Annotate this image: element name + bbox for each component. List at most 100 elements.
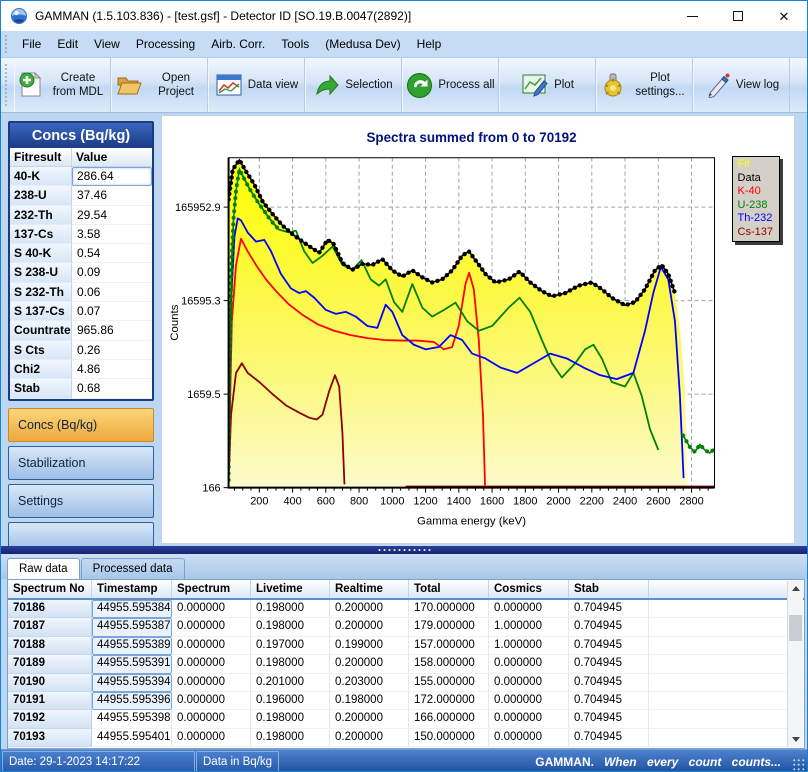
concs-table-header: Fitresult Value	[10, 148, 152, 167]
table-row[interactable]: 7018844955.5953890.0000000.1970000.19900…	[8, 637, 804, 655]
fitresult-label: Chi2	[10, 360, 72, 379]
table-row[interactable]: 7019244955.5953980.0000000.1980000.20000…	[8, 710, 804, 728]
fitresult-value[interactable]: 3.58	[72, 225, 152, 244]
horizontal-splitter[interactable]	[1, 546, 807, 554]
data-cell: 172.000000	[409, 692, 489, 710]
scroll-down-button[interactable]	[788, 732, 803, 747]
toolbar-button-label: Plot	[554, 78, 574, 92]
filler-cell	[649, 618, 804, 636]
data-cell: 0.000000	[489, 710, 569, 728]
toolbar-button-label: Create from MDL	[49, 71, 107, 100]
fitresult-value[interactable]: 0.26	[72, 341, 152, 360]
fitresult-label: S 137-Cs	[10, 302, 72, 321]
menu-help[interactable]: Help	[409, 33, 450, 55]
filler-cell	[649, 710, 804, 728]
fitresult-value[interactable]: 0.54	[72, 244, 152, 263]
column-header-timestamp[interactable]: Timestamp	[92, 580, 172, 598]
statusbar: Date: 29-1-2023 14:17:22 Data in Bq/kg G…	[1, 749, 807, 772]
menu-edit[interactable]: Edit	[49, 33, 86, 55]
data-view-button[interactable]: Data view	[208, 58, 305, 112]
menu-airb-corr[interactable]: Airb. Corr.	[203, 33, 273, 55]
process-all-icon	[406, 72, 433, 99]
menu-view[interactable]: View	[86, 33, 128, 55]
tab-processed-data[interactable]: Processed data	[81, 558, 185, 579]
column-header-total[interactable]: Total	[409, 580, 489, 598]
filler-cell	[649, 600, 804, 618]
column-header-livetime[interactable]: Livetime	[251, 580, 330, 598]
sidebar-empty-button	[8, 522, 154, 546]
process-all-button[interactable]: Process all	[402, 58, 499, 112]
data-cell: 0.704945	[569, 729, 649, 747]
column-header-realtime[interactable]: Realtime	[330, 580, 409, 598]
svg-text:1200: 1200	[413, 496, 437, 508]
table-row[interactable]: 7019044955.5953940.0000000.2010000.20300…	[8, 674, 804, 692]
fitresult-value[interactable]: 4.86	[72, 360, 152, 379]
table-row[interactable]: 7019344955.5954010.0000000.1980000.20000…	[8, 729, 804, 747]
scroll-up-button[interactable]	[788, 581, 803, 596]
column-header-spectrum[interactable]: Spectrum	[172, 580, 251, 598]
scrollbar-thumb[interactable]	[789, 615, 802, 641]
row-header-cell: 70187	[8, 618, 92, 636]
menu-processing[interactable]: Processing	[128, 33, 203, 55]
data-cell: 0.000000	[172, 618, 251, 636]
table-row[interactable]: 7018944955.5953910.0000000.1980000.20000…	[8, 655, 804, 673]
sidebar-item-concs-bq-kg[interactable]: Concs (Bq/kg)	[8, 408, 154, 442]
vertical-scrollbar[interactable]	[787, 581, 803, 747]
fitresult-value[interactable]: 37.46	[72, 186, 152, 205]
concs-row-s-40-k: S 40-K0.54	[10, 244, 152, 263]
menu-tools[interactable]: Tools	[273, 33, 317, 55]
resize-grip-icon[interactable]	[792, 758, 805, 771]
data-cell: 0.704945	[569, 655, 649, 673]
table-row[interactable]: 7018644955.5953840.0000000.1980000.20000…	[8, 600, 804, 618]
plot-settings-button[interactable]: Plot settings...	[596, 58, 693, 112]
spectra-chart[interactable]: Spectra summed from 0 to 701922004006008…	[162, 116, 794, 542]
open-project-icon	[115, 72, 143, 98]
data-cell: 0.000000	[489, 729, 569, 747]
plot-button[interactable]: Plot	[499, 58, 596, 112]
menu-file[interactable]: File	[14, 33, 49, 55]
fitresult-label: S 238-U	[10, 263, 72, 282]
tab-raw-data[interactable]: Raw data	[7, 558, 80, 579]
fitresult-label: 232-Th	[10, 206, 72, 225]
maximize-button[interactable]	[715, 1, 761, 31]
column-header-stab[interactable]: Stab	[569, 580, 649, 598]
data-cell: 0.000000	[172, 729, 251, 747]
selection-button[interactable]: Selection	[305, 58, 402, 112]
view-log-button[interactable]: View log	[693, 58, 790, 112]
fitresult-value[interactable]: 0.07	[72, 302, 152, 321]
data-cell: 44955.595394	[92, 674, 172, 692]
menubar-grip[interactable]	[4, 34, 9, 54]
column-header-cosmics[interactable]: Cosmics	[489, 580, 569, 598]
data-cell: 0.000000	[172, 637, 251, 655]
data-cell: 0.200000	[330, 655, 409, 673]
toolbar-button-label: Data view	[248, 78, 299, 92]
minimize-button[interactable]	[669, 1, 715, 31]
svg-text:1400: 1400	[447, 496, 471, 508]
column-header-spectrum-no[interactable]: Spectrum No	[8, 580, 92, 598]
toolbar-grip[interactable]	[4, 63, 9, 107]
open-project-button[interactable]: Open Project	[111, 58, 208, 112]
fitresult-value[interactable]: 286.64	[72, 167, 152, 186]
row-header-cell: 70192	[8, 710, 92, 728]
fitresult-value[interactable]: 965.86	[72, 321, 152, 340]
create-from-mdl-button[interactable]: Create from MDL	[14, 58, 111, 112]
concs-row-238-u: 238-U37.46	[10, 186, 152, 205]
data-cell: 0.704945	[569, 692, 649, 710]
fitresult-value[interactable]: 29.54	[72, 206, 152, 225]
data-cell: 0.200000	[330, 710, 409, 728]
data-cell: 0.000000	[489, 674, 569, 692]
sidebar-item-settings[interactable]: Settings	[8, 484, 154, 518]
data-cell: 0.704945	[569, 600, 649, 618]
fitresult-value[interactable]: 0.09	[72, 263, 152, 282]
svg-text:200: 200	[250, 496, 268, 508]
data-cell: 157.000000	[409, 637, 489, 655]
sidebar-item-stabilization[interactable]: Stabilization	[8, 446, 154, 480]
table-row[interactable]: 7018744955.5953870.0000000.1980000.20000…	[8, 618, 804, 636]
raw-data-table: Spectrum NoTimestampSpectrumLivetimeReal…	[7, 579, 805, 749]
menu-medusa-dev[interactable]: (Medusa Dev)	[317, 33, 408, 55]
svg-text:1600: 1600	[480, 496, 504, 508]
fitresult-value[interactable]: 0.68	[72, 379, 152, 398]
close-button[interactable]: ✕	[761, 1, 807, 31]
fitresult-value[interactable]: 0.06	[72, 283, 152, 302]
table-row[interactable]: 7019144955.5953960.0000000.1960000.19800…	[8, 692, 804, 710]
